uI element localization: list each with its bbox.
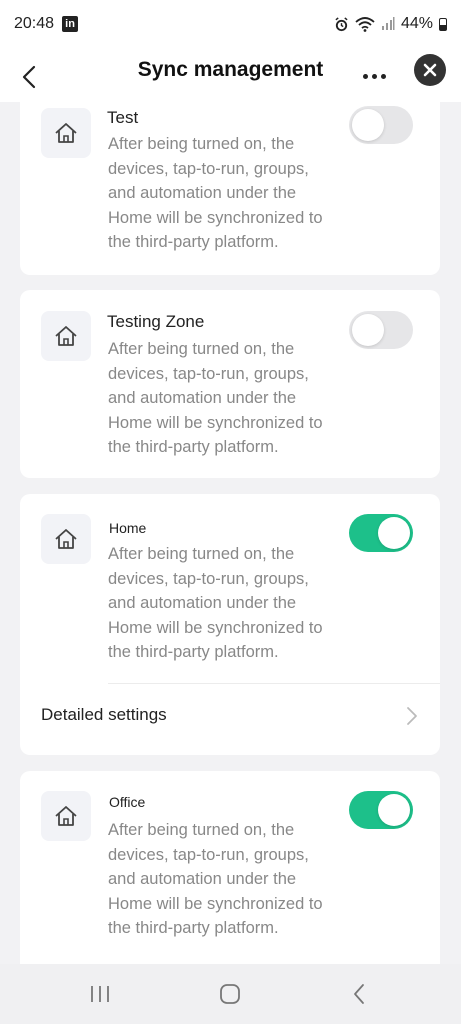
back-icon [22, 65, 36, 89]
home-description: After being turned on, the devices, tap-… [108, 340, 323, 456]
home-name: Test [107, 108, 139, 127]
home-icon [41, 108, 91, 158]
detailed-settings-label: Detailed settings [41, 705, 167, 724]
chevron-right-icon [407, 707, 417, 725]
home-description: After being turned on, the devices, tap-… [108, 545, 323, 661]
home-name: Testing Zone [107, 312, 205, 331]
status-bar: 20:48 in 44% [0, 0, 461, 52]
home-name: Office [109, 794, 146, 810]
battery-text: 44% [400, 15, 433, 32]
back-button[interactable] [22, 62, 46, 92]
alarm-icon [334, 16, 349, 32]
sync-toggle[interactable] [349, 106, 413, 144]
home-card: Testing Zone After being turned on, the … [20, 290, 440, 478]
status-left: 20:48 in [14, 15, 79, 33]
home-description: After being turned on, the devices, tap-… [108, 821, 323, 937]
home-sync-list[interactable]: Test After being turned on, the devices,… [0, 102, 461, 964]
signal-icon [381, 17, 395, 31]
sync-toggle[interactable] [349, 514, 413, 552]
home-icon [41, 514, 91, 564]
divider [108, 683, 440, 684]
home-description: After being turned on, the devices, tap-… [108, 135, 323, 251]
header: Sync management [0, 52, 461, 102]
home-icon [41, 311, 91, 361]
system-nav-bar [0, 964, 461, 1024]
home-nav-icon[interactable] [215, 982, 245, 1006]
status-right: 44% [334, 15, 447, 33]
sync-toggle[interactable] [349, 791, 413, 829]
linkedin-icon: in [62, 16, 79, 32]
status-time: 20:48 [14, 15, 55, 32]
home-card: Home After being turned on, the devices,… [20, 494, 440, 755]
recent-apps-icon[interactable] [85, 982, 115, 1006]
home-card: Office After being turned on, the device… [20, 771, 440, 964]
close-button[interactable] [414, 54, 446, 86]
wifi-icon [355, 16, 375, 32]
sync-toggle[interactable] [349, 311, 413, 349]
detailed-settings-row[interactable]: Detailed settings [20, 688, 440, 748]
more-icon[interactable] [360, 66, 388, 86]
back-nav-icon[interactable] [344, 982, 374, 1006]
home-card: Test After being turned on, the devices,… [20, 102, 440, 275]
page-title: Sync management [137, 58, 324, 81]
home-name: Home [109, 520, 147, 536]
battery-icon [439, 17, 447, 31]
home-icon [41, 791, 91, 841]
close-icon [423, 63, 437, 77]
